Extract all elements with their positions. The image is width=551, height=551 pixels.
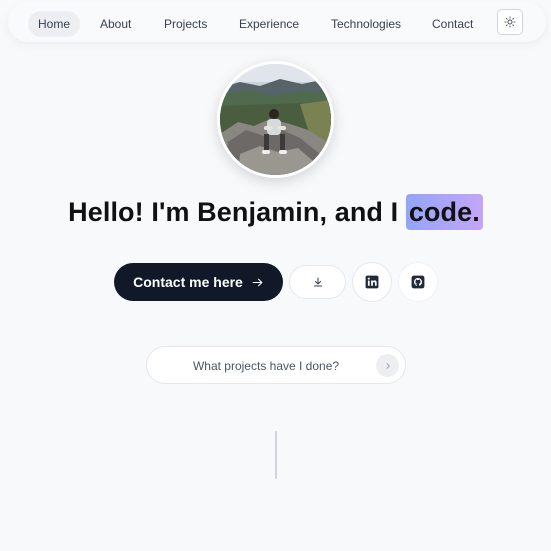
arrow-right-icon [252, 278, 263, 286]
nav-home[interactable]: Home [28, 11, 81, 37]
ask-send-button[interactable] [376, 354, 399, 377]
ask-question-box [146, 346, 406, 384]
headline-text: Hello! I'm Benjamin, and I [68, 197, 406, 227]
contact-button[interactable]: Contact me here [114, 263, 283, 301]
chevron-right-icon [386, 362, 390, 369]
section-divider-line [275, 431, 277, 479]
nav-contact[interactable]: Contact [422, 11, 483, 37]
nav-projects[interactable]: Projects [154, 11, 217, 37]
download-cv-button[interactable] [289, 265, 346, 299]
contact-button-label: Contact me here [133, 274, 243, 290]
headline-highlight: code. [405, 194, 483, 230]
top-navigation: Home About Projects Experience Technolog… [8, 2, 546, 42]
theme-toggle-button[interactable] [497, 9, 523, 35]
sun-icon [504, 16, 516, 28]
question-input[interactable] [161, 355, 371, 377]
download-icon [313, 277, 322, 287]
profile-avatar [217, 61, 334, 178]
github-icon [411, 275, 425, 289]
github-button[interactable] [398, 262, 438, 302]
nav-technologies[interactable]: Technologies [321, 11, 411, 37]
page: Home About Projects Experience Technolog… [0, 0, 551, 551]
linkedin-icon [365, 275, 379, 289]
linkedin-button[interactable] [352, 262, 392, 302]
hero-headline: Hello! I'm Benjamin, and I code. [0, 192, 551, 232]
nav-about[interactable]: About [90, 11, 141, 37]
nav-experience[interactable]: Experience [229, 11, 309, 37]
profile-photo [220, 64, 331, 175]
